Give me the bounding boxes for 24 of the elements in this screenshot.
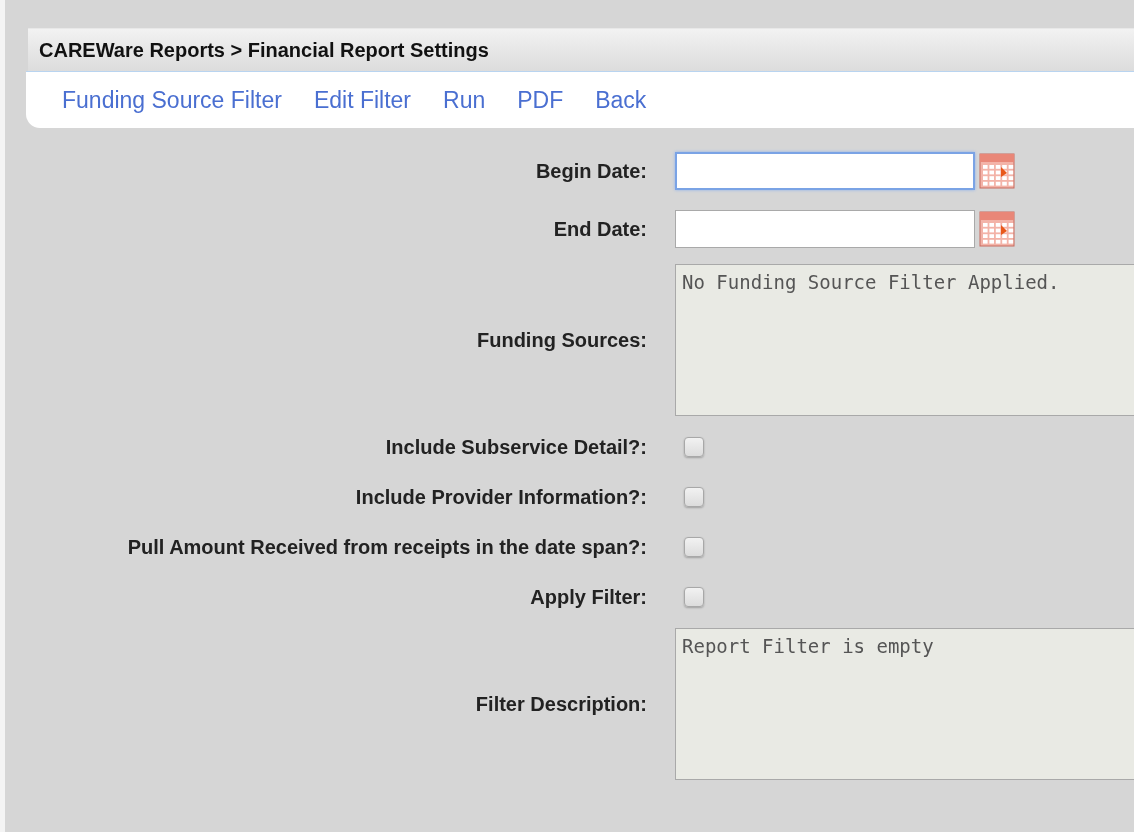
checkbox[interactable]	[684, 587, 704, 607]
calendar-icon[interactable]	[979, 153, 1015, 189]
nav-link[interactable]: Run	[443, 86, 486, 114]
calendar-icon[interactable]	[979, 211, 1015, 247]
nav-link[interactable]: Edit Filter	[313, 86, 412, 114]
field-label: Include Provider Information?:	[355, 485, 647, 509]
field-label: Pull Amount Received from receipts in the date span?:	[127, 535, 647, 559]
text-area[interactable]: Report Filter is empty	[675, 628, 1134, 780]
page-title: CAREWare Reports > Financial Report Settings	[28, 28, 1134, 71]
checkbox[interactable]	[684, 487, 704, 507]
date-input-field[interactable]	[675, 210, 975, 248]
field-label: Filter Description:	[475, 692, 647, 716]
date-input-field[interactable]	[675, 152, 975, 190]
field-label: Begin Date:	[535, 159, 647, 183]
checkbox[interactable]	[684, 437, 704, 457]
nav-link[interactable]: Back	[595, 86, 647, 114]
checkbox[interactable]	[684, 537, 704, 557]
text-area[interactable]: No Funding Source Filter Applied.	[675, 264, 1134, 416]
field-label: End Date:	[553, 217, 647, 241]
field-label: Include Subservice Detail?:	[385, 435, 647, 459]
field-label: Apply Filter:	[530, 585, 647, 609]
nav-link[interactable]: Funding Source Filter	[62, 86, 282, 114]
nav-link[interactable]: PDF	[517, 86, 564, 114]
field-label: Funding Sources:	[477, 328, 647, 352]
